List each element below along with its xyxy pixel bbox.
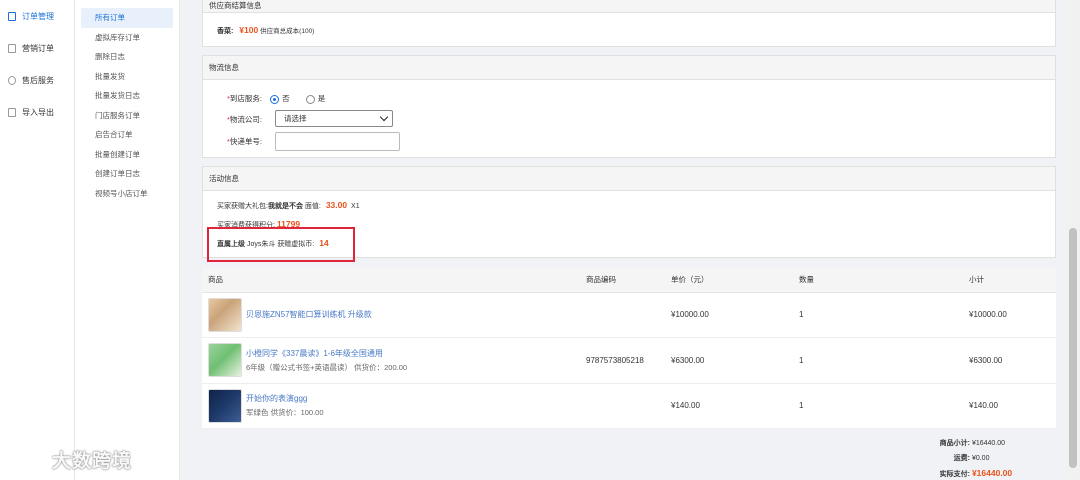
shipping-label: 运费:	[953, 455, 970, 462]
sidebar-item-label: 营销订单	[22, 43, 54, 53]
product-name-link[interactable]: 开始你的表演ggg	[246, 393, 324, 404]
primary-sidebar: 订单管理 营销订单 售后服务 导入导出	[0, 0, 75, 480]
store-service-label: 到店服务:	[229, 94, 263, 103]
col-header-qty: 数量	[799, 268, 969, 293]
store-service-yes-option[interactable]: 是	[305, 94, 326, 104]
product-code	[586, 292, 671, 338]
order-icon	[8, 11, 16, 21]
shipping-value: ¥0.00	[971, 455, 990, 462]
col-header-subtotal: 小计	[969, 268, 1056, 293]
paid-label: 实际支付:	[939, 471, 970, 478]
sidebar-item-label: 导入导出	[22, 107, 54, 117]
logistics-panel: 物流信息 *到店服务: 否 是 *物流公司: 请选择 *快递单号:	[202, 55, 1056, 158]
gift-name: 我就是不会	[267, 203, 303, 210]
product-qty: 1	[799, 337, 969, 384]
gift-value: 33.00	[325, 200, 348, 210]
product-code: 9787573805218	[586, 337, 671, 384]
gift-value-label: 面值:	[304, 203, 321, 210]
subnav-all-orders[interactable]: 所有订单	[81, 8, 173, 28]
product-thumbnail[interactable]	[208, 297, 242, 332]
scrollbar-thumb[interactable]	[1069, 228, 1077, 468]
subnav-delete-log[interactable]: 删除日志	[81, 47, 173, 67]
subnav-virtual-stock-orders[interactable]: 虚拟库存订单	[81, 28, 173, 48]
product-price: ¥10000.00	[671, 292, 799, 338]
sidebar-item-label: 售后服务	[22, 75, 54, 85]
product-subtotal: ¥140.00	[969, 383, 1056, 429]
product-spec: 军绿色 供货价：100.00	[246, 408, 324, 418]
radio-no[interactable]	[270, 94, 280, 104]
store-service-no-option[interactable]: 否	[270, 94, 290, 104]
product-thumbnail[interactable]	[208, 343, 242, 378]
product-code	[586, 383, 671, 429]
watermark: 大数跨境	[8, 446, 132, 473]
table-row: 开始你的表演ggg 军绿色 供货价：100.00 ¥140.00 1 ¥140.…	[202, 383, 1056, 429]
subnav-video-shop-orders[interactable]: 视频号小店订单	[81, 184, 173, 204]
chevron-down-icon	[379, 112, 389, 122]
col-header-goods: 商品	[202, 268, 586, 293]
product-price: ¥140.00	[671, 383, 799, 429]
radio-yes[interactable]	[305, 94, 315, 104]
settlement-amount: ¥100	[239, 25, 259, 35]
sidebar-item-label: 订单管理	[22, 11, 54, 21]
import-export-icon	[8, 107, 16, 117]
product-spec: 6年级（赠公式书签+英语晨读） 供货价：200.00	[246, 362, 408, 372]
product-qty: 1	[799, 292, 969, 338]
paid-value: ¥16440.00	[971, 468, 1013, 478]
logistics-panel-title: 物流信息	[203, 56, 1055, 80]
tracking-label: 快递单号:	[229, 137, 263, 146]
secondary-nav: 所有订单 虚拟库存订单 删除日志 批量发货 批量发货日志 门店服务订单 启告合订…	[75, 0, 180, 480]
subtotal-label: 商品小计:	[939, 440, 970, 447]
watermark-logo-icon	[9, 450, 42, 468]
tracking-number-input[interactable]	[275, 132, 400, 151]
activity-panel: 活动信息 买家获赠大礼包:我就是不会 面值: 33.00 X1 买家消费获得积分…	[202, 166, 1056, 262]
page-scrollbar[interactable]	[1066, 0, 1080, 480]
subnav-create-order-log[interactable]: 创建订单日志	[81, 164, 173, 184]
table-header-row: 商品 商品编码 单价（元） 数量 小计	[202, 268, 1056, 293]
product-price: ¥6300.00	[671, 337, 799, 384]
col-header-code: 商品编码	[586, 268, 671, 293]
logistics-company-select[interactable]: 请选择	[275, 110, 393, 127]
goods-table: 商品 商品编码 单价（元） 数量 小计 贝恩施ZN57智能口算训练机 升级款 ¥…	[202, 268, 1056, 429]
select-placeholder: 请选择	[284, 114, 307, 123]
order-summary: 商品小计: ¥16440.00 运费: ¥0.00 实际支付: ¥16440.0…	[900, 438, 1050, 480]
gift-qty: X1	[351, 203, 360, 210]
sidebar-item-import-export[interactable]: 导入导出	[0, 96, 74, 128]
service-icon	[8, 75, 16, 85]
product-name-link[interactable]: 小橙同学《337晨读》1-6年级全国通用	[246, 348, 407, 359]
product-subtotal: ¥10000.00	[969, 292, 1056, 338]
activity-panel-title: 活动信息	[203, 167, 1055, 191]
subnav-batch-create-orders[interactable]: 批量创建订单	[81, 145, 173, 165]
table-row: 小橙同学《337晨读》1-6年级全国通用 6年级（赠公式书签+英语晨读） 供货价…	[202, 337, 1056, 384]
settlement-note: 供应商总成本(100)	[260, 28, 315, 35]
product-thumbnail[interactable]	[208, 388, 242, 423]
product-name-link[interactable]: 贝恩施ZN57智能口算训练机 升级款	[246, 309, 372, 320]
marketing-icon	[8, 43, 16, 53]
subnav-batch-ship-log[interactable]: 批量发货日志	[81, 86, 173, 106]
radio-yes-label: 是	[317, 94, 326, 103]
sidebar-item-after-sales[interactable]: 售后服务	[0, 64, 74, 96]
highlight-box	[207, 227, 355, 262]
sidebar-item-order-management[interactable]: 订单管理	[0, 0, 74, 32]
col-header-price: 单价（元）	[671, 268, 799, 293]
supplier-label: 香菜:	[217, 28, 234, 35]
product-subtotal: ¥6300.00	[969, 337, 1056, 384]
table-row: 贝恩施ZN57智能口算训练机 升级款 ¥10000.00 1 ¥10000.00	[202, 292, 1056, 338]
company-label: 物流公司:	[229, 115, 263, 124]
settlement-panel-title: 供应商结算信息	[203, 0, 1055, 13]
subnav-store-service-orders[interactable]: 门店服务订单	[81, 106, 173, 126]
subnav-batch-ship[interactable]: 批量发货	[81, 67, 173, 87]
sidebar-item-marketing-orders[interactable]: 营销订单	[0, 32, 74, 64]
watermark-text: 大数跨境	[52, 451, 133, 472]
radio-no-label: 否	[282, 94, 290, 103]
settlement-panel: 供应商结算信息 香菜: ¥100 供应商总成本(100)	[202, 0, 1056, 47]
subnav-combined-orders[interactable]: 启告合订单	[81, 125, 173, 145]
gift-label: 买家获赠大礼包:	[217, 203, 268, 210]
product-qty: 1	[799, 383, 969, 429]
subtotal-value: ¥16440.00	[971, 440, 1006, 447]
